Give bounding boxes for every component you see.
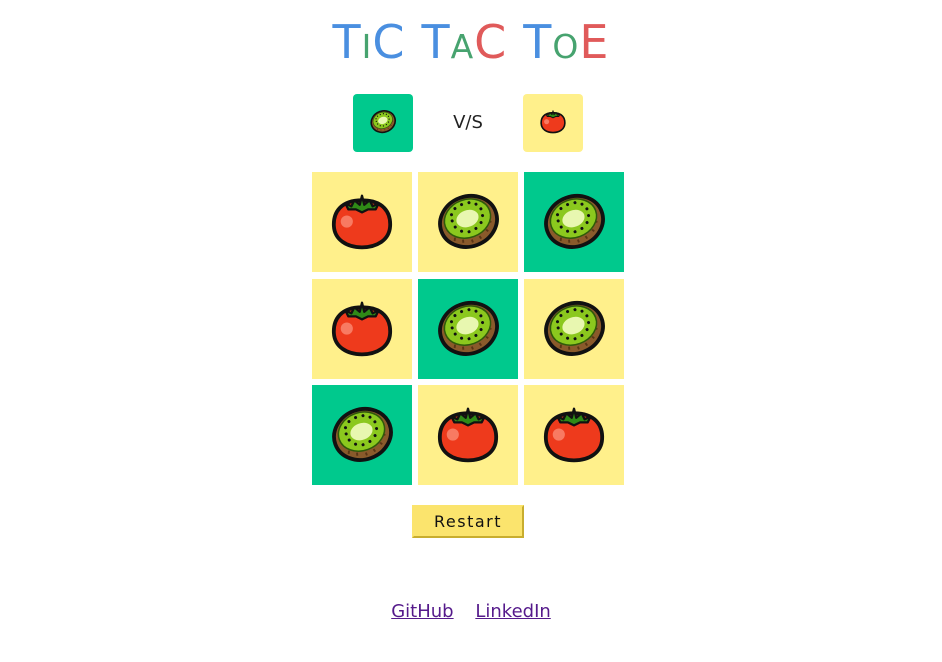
restart-button[interactable]: Restart [412,505,524,538]
tomato-icon [324,182,400,262]
player-one-kiwi [353,94,413,152]
tomato-icon [324,289,400,369]
title-letter: T [421,15,451,69]
game-title: TIC TAC TOE [0,14,942,81]
board-cell[interactable] [524,385,624,485]
title-letter: E [579,15,610,69]
title-letter: T [332,15,362,69]
player-two-tomato [523,94,583,152]
board-cell[interactable] [312,385,412,485]
game-board [312,172,624,485]
kiwi-icon [430,182,506,262]
title-letter: O [552,27,580,66]
linkedin-link[interactable]: LinkedIn [475,601,550,622]
board-cell[interactable] [418,278,518,379]
board-cell[interactable] [524,278,624,379]
title-letter: I [361,27,373,66]
kiwi-icon [536,182,612,262]
kiwi-icon [430,289,506,369]
tomato-icon [537,105,569,141]
board-cell[interactable] [418,172,518,272]
kiwi-icon [367,105,399,141]
board-cell[interactable] [312,278,412,379]
title-letter: C [372,15,406,69]
github-link[interactable]: GitHub [391,601,453,622]
kiwi-icon [536,289,612,369]
title-letter: C [474,15,508,69]
board-cell[interactable] [524,172,624,272]
tomato-icon [430,395,506,475]
board-cell[interactable] [312,172,412,272]
title-letter: A [450,27,475,66]
versus-label: V/S [453,112,483,133]
board-cell[interactable] [418,385,518,485]
tomato-icon [536,395,612,475]
footer-links: GitHub LinkedIn [0,601,942,622]
kiwi-icon [324,395,400,475]
title-letter: T [523,15,553,69]
